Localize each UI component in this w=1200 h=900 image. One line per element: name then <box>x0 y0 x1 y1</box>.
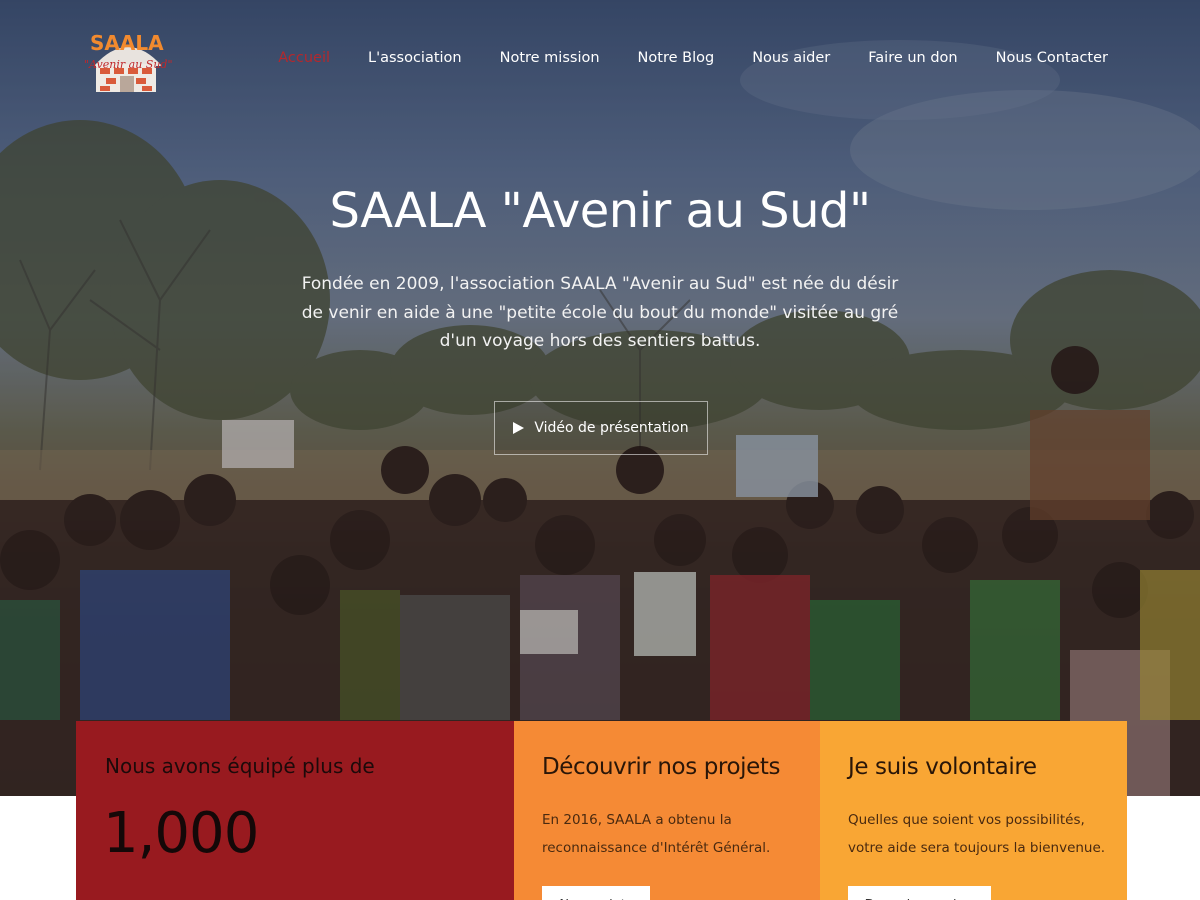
hero-section: SAALA "Avenir au Sud" Accueil L'associat… <box>0 0 1200 796</box>
video-button-label: Vidéo de présentation <box>534 420 689 436</box>
stat-card: Nous avons équipé plus de 1,000 <box>76 721 514 900</box>
nav-item-faire-un-don[interactable]: Faire un don <box>868 50 957 66</box>
nav-item-association[interactable]: L'association <box>368 50 462 66</box>
svg-text:"Avenir au Sud": "Avenir au Sud" <box>84 58 173 71</box>
volunteer-card-text: Quelles que soient vos possibilités, vot… <box>848 812 1106 856</box>
volunteer-card-title: Je suis volontaire <box>848 754 1037 780</box>
become-member-button[interactable]: Devenir membre <box>848 886 991 900</box>
volunteer-card: Je suis volontaire Quelles que soient vo… <box>820 721 1127 900</box>
projects-button[interactable]: Nos projets <box>542 886 650 900</box>
nav-item-accueil[interactable]: Accueil <box>278 50 330 66</box>
nav-item-contact[interactable]: Nous Contacter <box>996 50 1108 66</box>
saala-logo[interactable]: SAALA "Avenir au Sud" <box>80 26 176 98</box>
nav-item-mission[interactable]: Notre mission <box>500 50 600 66</box>
video-presentation-button[interactable]: Vidéo de présentation <box>494 401 708 455</box>
hero-dark-overlay <box>0 0 1200 796</box>
projects-card-title: Découvrir nos projets <box>542 754 781 780</box>
play-icon <box>513 422 525 434</box>
projects-card: Découvrir nos projets En 2016, SAALA a o… <box>514 721 820 900</box>
main-navigation: Accueil L'association Notre mission Notr… <box>278 50 1108 66</box>
nav-item-blog[interactable]: Notre Blog <box>638 50 715 66</box>
hero-description: Fondée en 2009, l'association SAALA "Ave… <box>301 274 899 351</box>
stat-label: Nous avons équipé plus de <box>105 754 375 778</box>
nav-item-nous-aider[interactable]: Nous aider <box>752 50 830 66</box>
hero-title: SAALA "Avenir au Sud" <box>329 183 871 239</box>
projects-card-text: En 2016, SAALA a obtenu la reconnaissanc… <box>542 812 771 856</box>
stat-number: 1,000 <box>103 801 259 866</box>
svg-text:SAALA: SAALA <box>90 31 164 55</box>
